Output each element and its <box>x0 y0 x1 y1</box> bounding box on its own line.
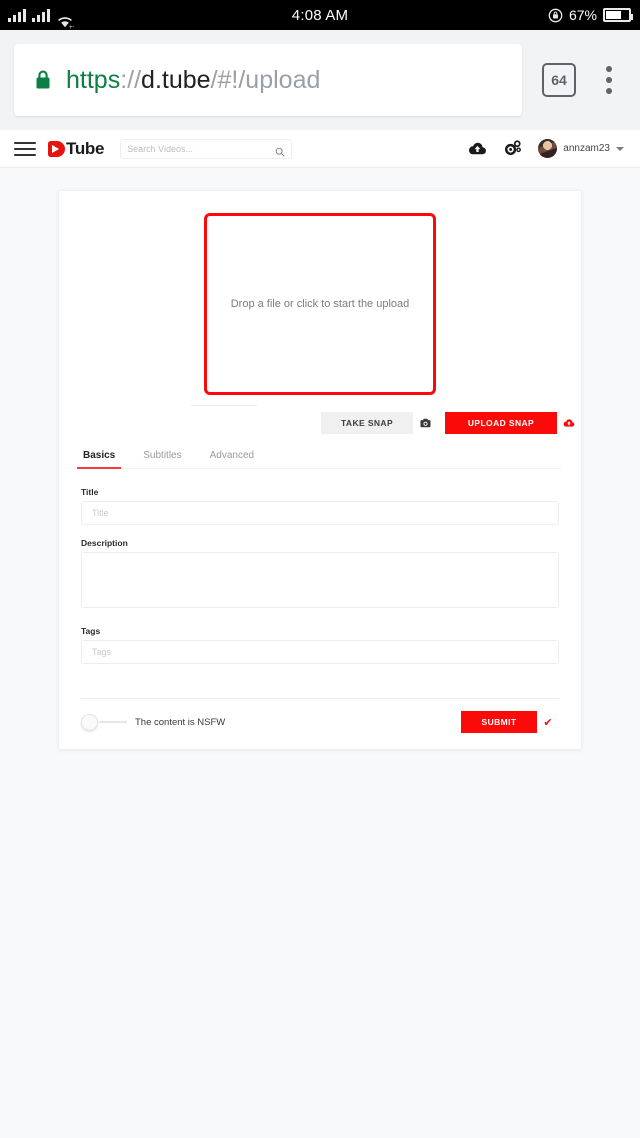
page-body: Drop a file or click to start the upload… <box>0 168 640 1138</box>
dropzone-wrap: Drop a file or click to start the upload <box>59 213 581 395</box>
nsfw-label: The content is NSFW <box>135 716 226 728</box>
nsfw-toggle[interactable] <box>81 713 127 731</box>
take-snap-button[interactable]: TAKE SNAP <box>321 412 413 434</box>
title-label: Title <box>81 487 99 497</box>
url-host: d.tube <box>141 65 211 94</box>
title-input[interactable] <box>81 501 559 525</box>
submit-button[interactable]: SUBMIT <box>461 711 537 733</box>
chevron-down-icon[interactable] <box>616 146 624 151</box>
url-text: https://d.tube/#!/upload <box>66 66 320 95</box>
cloud-upload-icon[interactable] <box>468 139 487 158</box>
form-tabs: Basics Subtitles Advanced <box>76 450 561 469</box>
camera-icon[interactable] <box>413 412 437 434</box>
status-clock: 4:08 AM <box>291 6 349 24</box>
dropzone-label: Drop a file or click to start the upload <box>230 298 410 310</box>
kebab-menu-icon[interactable] <box>592 66 626 94</box>
status-right-icons: 67% <box>548 0 633 30</box>
username-label: annzam23 <box>563 143 610 154</box>
upload-card: Drop a file or click to start the upload… <box>58 190 582 750</box>
submit-check-button[interactable]: ✔ <box>537 711 559 733</box>
search-input[interactable] <box>127 143 276 154</box>
battery-percent-label: 67% <box>568 7 597 23</box>
tags-label: Tags <box>81 626 101 636</box>
user-menu[interactable]: annzam23 <box>538 139 624 158</box>
search-box[interactable] <box>120 138 293 159</box>
url-separator: :// <box>120 65 142 94</box>
upload-snap-button[interactable]: UPLOAD SNAP <box>445 412 557 434</box>
tab-advanced[interactable]: Advanced <box>208 450 256 468</box>
dtube-play-logo-icon <box>48 140 65 157</box>
toggle-knob[interactable] <box>81 713 98 731</box>
file-dropzone[interactable]: Drop a file or click to start the upload <box>204 213 436 395</box>
url-scheme: https <box>66 65 121 94</box>
search-icon[interactable] <box>275 144 285 156</box>
tab-subtitles[interactable]: Subtitles <box>141 450 183 468</box>
rotation-lock-icon <box>548 8 563 23</box>
tags-field-group: Tags <box>81 626 559 664</box>
divider-line <box>191 405 257 406</box>
dtube-navbar: Tube annzam2 <box>0 130 640 168</box>
upload-form: Title Description Tags <box>59 469 581 664</box>
lock-icon <box>34 69 52 91</box>
toggle-track <box>99 721 127 723</box>
submit-group: SUBMIT ✔ <box>461 711 559 733</box>
svg-text:++: ++ <box>69 25 74 30</box>
tab-count-button[interactable]: 64 <box>542 63 576 97</box>
dtube-logo[interactable]: Tube <box>48 139 104 159</box>
browser-toolbar: https://d.tube/#!/upload 64 <box>0 30 640 130</box>
title-field-group: Title <box>81 487 559 525</box>
dtube-logo-label: Tube <box>66 138 105 158</box>
address-bar[interactable]: https://d.tube/#!/upload <box>14 44 522 116</box>
gears-settings-icon[interactable] <box>503 139 522 158</box>
navbar-actions: annzam23 <box>468 139 630 158</box>
android-status-bar: ++ 4:08 AM 67% <box>0 0 640 30</box>
description-field-group: Description <box>81 538 559 613</box>
card-footer: The content is NSFW SUBMIT ✔ <box>59 699 559 749</box>
cloud-upload-icon-button[interactable] <box>557 412 581 434</box>
description-label: Description <box>81 538 128 548</box>
tab-basics[interactable]: Basics <box>76 450 122 469</box>
upload-snap-group: UPLOAD SNAP <box>445 412 581 434</box>
snap-button-row: TAKE SNAP UPLOAD SNAP <box>59 412 581 434</box>
dropzone-divider <box>59 398 581 412</box>
battery-icon <box>603 8 633 22</box>
tags-input[interactable] <box>81 640 559 664</box>
url-path: /#!/upload <box>210 65 321 94</box>
description-input[interactable] <box>81 552 559 608</box>
hamburger-menu-icon[interactable] <box>14 141 36 156</box>
take-snap-group: TAKE SNAP <box>321 412 437 434</box>
avatar <box>538 139 558 158</box>
